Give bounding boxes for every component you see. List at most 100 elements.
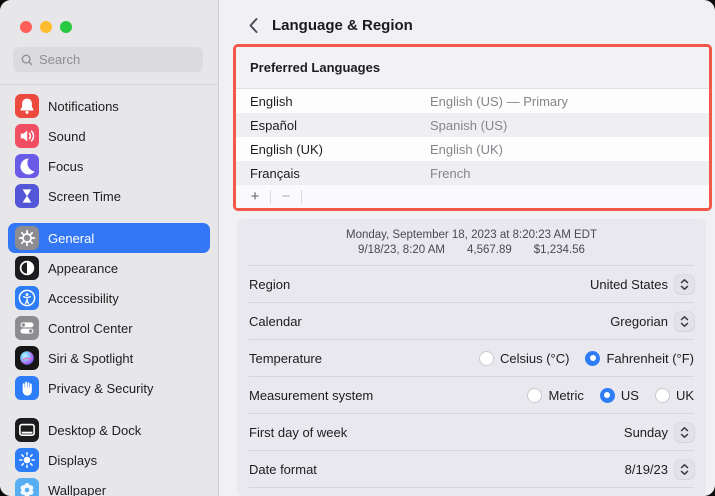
radio-option[interactable]: UK — [655, 388, 694, 403]
language-list-toolbar: + − — [236, 185, 709, 209]
sidebar-item-label: Privacy & Security — [48, 381, 153, 396]
search-input[interactable]: Search — [13, 47, 203, 72]
sidebar-item-label: Screen Time — [48, 189, 121, 204]
sidebar-item-label: General — [48, 231, 94, 246]
toolbar-divider — [270, 190, 271, 204]
sidebar-item-notifications[interactable]: Notifications — [8, 91, 210, 121]
toggles-icon — [15, 316, 39, 340]
radio-selected-icon[interactable] — [585, 351, 600, 366]
date-format-stepper[interactable] — [675, 460, 694, 479]
next-row-divider — [249, 487, 694, 495]
dock-icon — [15, 418, 39, 442]
close-button[interactable] — [20, 21, 32, 33]
sidebar-item-label: Sound — [48, 129, 86, 144]
sidebar-item-displays[interactable]: Displays — [8, 445, 210, 475]
moon-icon — [15, 154, 39, 178]
radio-label: Celsius (°C) — [500, 351, 569, 366]
minimize-button[interactable] — [40, 21, 52, 33]
chevron-up-down-icon — [679, 278, 690, 291]
radio-icon[interactable] — [655, 388, 670, 403]
sidebar-item-sound[interactable]: Sound — [8, 121, 210, 151]
chevron-up-down-icon — [679, 463, 690, 476]
flower-icon — [15, 478, 39, 496]
language-row[interactable]: FrançaisFrench — [236, 161, 709, 185]
language-name: Español — [250, 118, 430, 133]
radio-icon[interactable] — [479, 351, 494, 366]
radio-option[interactable]: Metric — [527, 388, 583, 403]
back-button[interactable] — [248, 17, 259, 34]
calendar-stepper[interactable] — [675, 312, 694, 331]
sun-icon — [15, 448, 39, 472]
chevron-up-down-icon — [679, 426, 690, 439]
annotation-highlight: Preferred Languages EnglishEnglish (US) … — [233, 44, 712, 211]
date-format-label: Date format — [249, 462, 317, 477]
remove-language-button[interactable]: − — [279, 190, 293, 204]
sidebar-item-label: Siri & Spotlight — [48, 351, 133, 366]
chevron-up-down-icon — [679, 315, 690, 328]
sidebar-group: Desktop & DockDisplaysWallpaper — [8, 415, 210, 496]
temperature-label: Temperature — [249, 351, 322, 366]
pane-header: Language & Region — [219, 0, 715, 44]
first-day-row: First day of week Sunday — [249, 413, 694, 450]
sidebar-item-privacy-security[interactable]: Privacy & Security — [8, 373, 210, 403]
page-title: Language & Region — [272, 17, 413, 34]
preview-short-date: 9/18/23, 8:20 AM — [358, 244, 445, 256]
sidebar-item-general[interactable]: General — [8, 223, 210, 253]
siri-icon — [15, 346, 39, 370]
preview-currency: $1,234.56 — [534, 244, 585, 256]
contrast-icon — [15, 256, 39, 280]
region-settings-card: Monday, September 18, 2023 at 8:20:23 AM… — [237, 219, 706, 496]
language-detail: English (UK) — [430, 142, 503, 157]
region-row: Region United States — [249, 265, 694, 302]
sidebar-item-screen-time[interactable]: Screen Time — [8, 181, 210, 211]
radio-option[interactable]: US — [600, 388, 639, 403]
zoom-button[interactable] — [60, 21, 72, 33]
first-day-stepper[interactable] — [675, 423, 694, 442]
toolbar-divider — [301, 190, 302, 204]
language-detail: Spanish (US) — [430, 118, 507, 133]
system-settings-window: Search Notifications Sound Focus Screen Tim… — [0, 0, 715, 496]
sidebar-item-wallpaper[interactable]: Wallpaper — [8, 475, 210, 496]
first-day-value: Sunday — [624, 425, 668, 440]
preview-formats: 9/18/23, 8:20 AM 4,567.89 $1,234.56 — [347, 244, 596, 256]
language-name: English (UK) — [250, 142, 430, 157]
region-stepper[interactable] — [675, 275, 694, 294]
sidebar-item-control-center[interactable]: Control Center — [8, 313, 210, 343]
radio-label: US — [621, 388, 639, 403]
sidebar-group: General Appearance Accessibility Control Ce… — [8, 223, 210, 403]
language-row[interactable]: English (UK)English (UK) — [236, 137, 709, 161]
search-placeholder: Search — [39, 52, 80, 67]
sidebar: Search Notifications Sound Focus Screen Tim… — [0, 0, 219, 496]
date-format-value: 8/19/23 — [625, 462, 668, 477]
chevron-left-icon — [248, 17, 259, 34]
radio-label: Metric — [548, 388, 583, 403]
first-day-label: First day of week — [249, 425, 347, 440]
temperature-row: Temperature Celsius (°C) Fahrenheit (°F) — [249, 339, 694, 376]
radio-label: Fahrenheit (°F) — [606, 351, 694, 366]
radio-option[interactable]: Celsius (°C) — [479, 351, 569, 366]
radio-icon[interactable] — [527, 388, 542, 403]
radio-label: UK — [676, 388, 694, 403]
language-name: English — [250, 94, 430, 109]
radio-selected-icon[interactable] — [600, 388, 615, 403]
calendar-row: Calendar Gregorian — [249, 302, 694, 339]
language-row[interactable]: EnglishEnglish (US) — Primary — [236, 89, 709, 113]
sidebar-nav: Notifications Sound Focus Screen Time Genera… — [0, 85, 218, 496]
sidebar-group: Notifications Sound Focus Screen Time — [8, 91, 210, 211]
sidebar-item-appearance[interactable]: Appearance — [8, 253, 210, 283]
preview-number: 4,567.89 — [467, 244, 512, 256]
sidebar-item-label: Focus — [48, 159, 83, 174]
sidebar-item-focus[interactable]: Focus — [8, 151, 210, 181]
temperature-radio-group: Celsius (°C) Fahrenheit (°F) — [479, 351, 694, 366]
measurement-radio-group: Metric US UK — [527, 388, 694, 403]
preview-datetime: Monday, September 18, 2023 at 8:20:23 AM… — [346, 229, 597, 241]
language-row[interactable]: EspañolSpanish (US) — [236, 113, 709, 137]
add-language-button[interactable]: + — [248, 190, 262, 204]
sidebar-item-desktop-dock[interactable]: Desktop & Dock — [8, 415, 210, 445]
sidebar-item-accessibility[interactable]: Accessibility — [8, 283, 210, 313]
calendar-label: Calendar — [249, 314, 302, 329]
region-value: United States — [590, 277, 668, 292]
radio-option[interactable]: Fahrenheit (°F) — [585, 351, 694, 366]
sidebar-item-label: Accessibility — [48, 291, 119, 306]
sidebar-item-siri-spotlight[interactable]: Siri & Spotlight — [8, 343, 210, 373]
